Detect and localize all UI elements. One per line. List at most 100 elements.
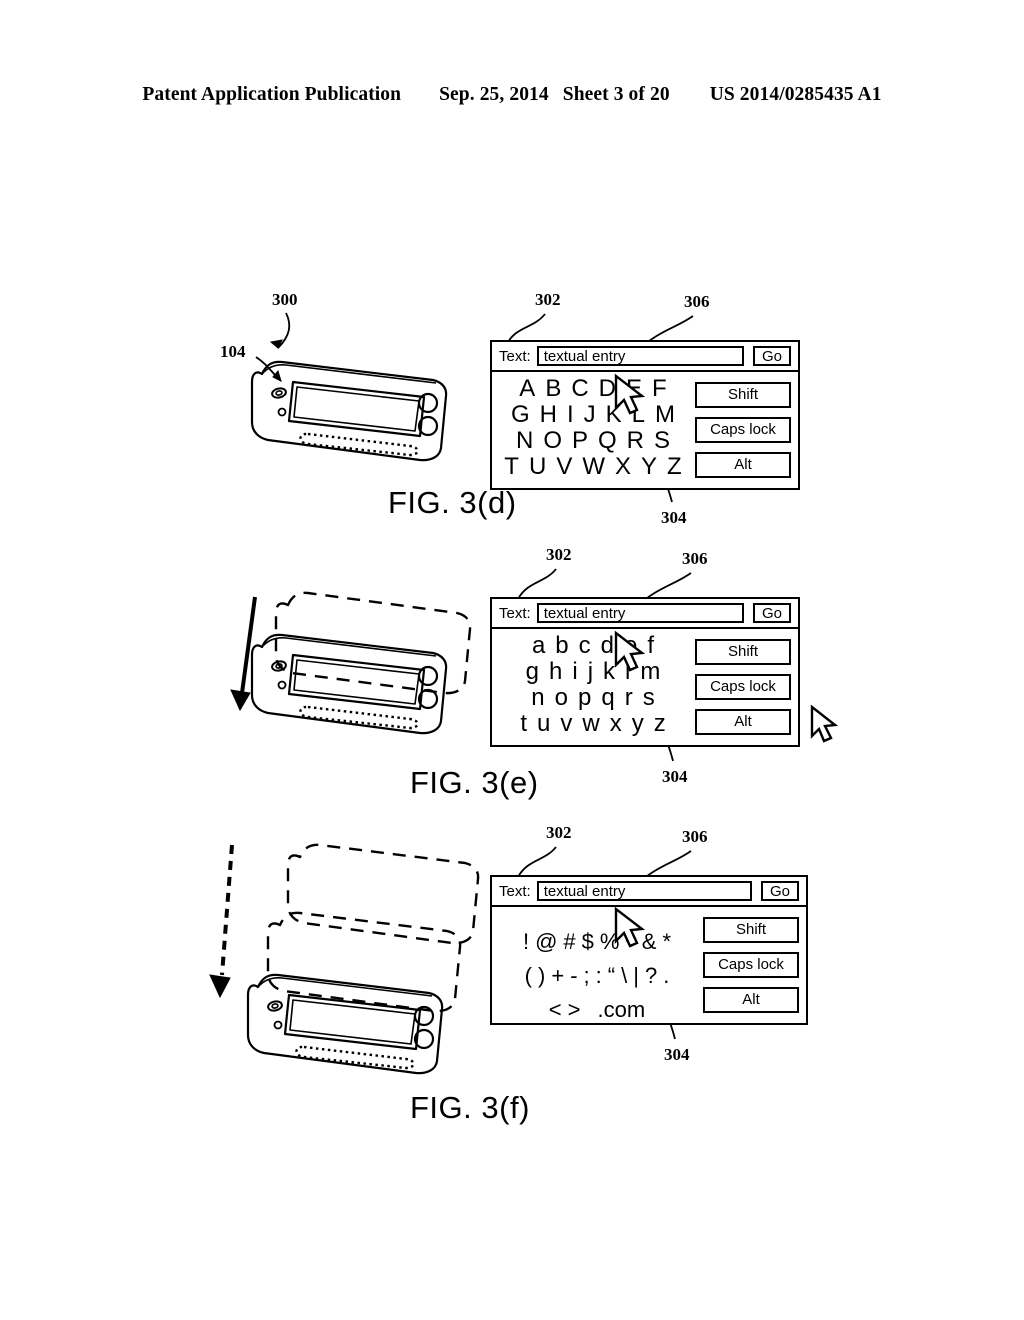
key[interactable]: - (570, 965, 577, 987)
key[interactable]: M (655, 403, 675, 427)
key[interactable]: < (549, 999, 562, 1021)
key[interactable]: w (582, 712, 599, 736)
key[interactable]: | (633, 965, 639, 987)
key[interactable]: G (511, 403, 530, 427)
key[interactable]: a (532, 634, 545, 658)
text-input-field[interactable]: textual entry (536, 603, 744, 623)
text-label: Text: (499, 347, 531, 365)
go-button[interactable]: Go (753, 346, 791, 366)
key[interactable]: C (571, 377, 588, 401)
key-row: ! @ # $ % ^ & * (492, 925, 702, 959)
figure-caption-3d: FIG. 3(d) (388, 485, 517, 520)
key[interactable]: W (582, 455, 605, 479)
patent-drawing-page: Patent Application Publication Sep. 25, … (0, 0, 1024, 1320)
leader-arrowhead-104 (272, 369, 282, 382)
key-grid-symbols: ! @ # $ % ^ & * ( ) + - ; (492, 907, 702, 1023)
key[interactable]: p (578, 686, 591, 710)
key-grid-lowercase: a b c d e f g h i j k l m (492, 629, 694, 745)
key[interactable]: P (572, 429, 588, 453)
caps-lock-key[interactable]: Caps lock (695, 416, 791, 443)
key[interactable]: J (584, 403, 596, 427)
key[interactable]: O (543, 429, 562, 453)
shift-key[interactable]: Shift (695, 381, 791, 408)
key[interactable]: > (568, 999, 581, 1021)
key[interactable]: A (519, 377, 535, 401)
text-input-field[interactable]: textual entry (536, 881, 752, 901)
mouse-cursor-icon (614, 373, 646, 415)
key[interactable]: z (654, 712, 666, 736)
key[interactable]: ; (584, 965, 590, 987)
figure-3d: 300 104 302 306 304 Text: textual entry … (0, 270, 1024, 545)
key[interactable]: ( (525, 965, 532, 987)
device-illustration (250, 633, 448, 735)
key[interactable]: g (526, 660, 539, 684)
key[interactable]: T (504, 455, 519, 479)
text-label: Text: (499, 882, 531, 900)
device-ghost-outline-upper (286, 843, 480, 945)
key[interactable]: “ (608, 965, 615, 987)
alt-key[interactable]: Alt (695, 708, 791, 735)
key[interactable]: @ (535, 931, 557, 953)
key[interactable]: S (654, 429, 670, 453)
key[interactable]: + (551, 965, 564, 987)
caps-lock-key[interactable]: Caps lock (695, 673, 791, 700)
key[interactable]: Q (598, 429, 617, 453)
key[interactable]: ! (523, 931, 529, 953)
shift-key[interactable]: Shift (703, 916, 799, 943)
page-header: Patent Application Publication Sep. 25, … (0, 84, 1024, 106)
header-patent-number: US 2014/0285435 A1 (709, 84, 882, 105)
key[interactable]: b (555, 634, 568, 658)
key[interactable]: R (627, 429, 644, 453)
key[interactable]: N (516, 429, 533, 453)
key[interactable]: h (549, 660, 562, 684)
shift-key[interactable]: Shift (695, 638, 791, 665)
figure-caption-3f: FIG. 3(f) (410, 1090, 530, 1125)
caps-lock-key[interactable]: Caps lock (703, 951, 799, 978)
key[interactable]: s (643, 686, 655, 710)
figure-3f: 302 306 304 Text: textual entry Go ! @ #… (0, 815, 1024, 1145)
key[interactable]: . (663, 965, 669, 987)
key[interactable]: F (652, 377, 667, 401)
key[interactable]: o (555, 686, 568, 710)
device-ghost-outline (274, 591, 472, 695)
key[interactable]: ) (538, 965, 545, 987)
key[interactable]: * (662, 931, 671, 953)
key[interactable]: n (531, 686, 544, 710)
key[interactable]: $ (582, 931, 594, 953)
go-button[interactable]: Go (761, 881, 799, 901)
ref-302-e: 302 (546, 545, 572, 564)
key-row: n o p q r s (492, 685, 694, 711)
ref-300: 300 (272, 290, 298, 309)
key[interactable]: r (625, 686, 633, 710)
text-input-field[interactable]: textual entry (536, 346, 744, 366)
key[interactable]: I (567, 403, 574, 427)
key[interactable]: t (520, 712, 527, 736)
key[interactable]: v (560, 712, 572, 736)
key[interactable]: y (632, 712, 644, 736)
header-sheet: Sheet 3 of 20 (562, 84, 670, 105)
key-row: G H I J K L M (492, 402, 694, 428)
key[interactable]: V (556, 455, 572, 479)
key[interactable]: \ (621, 965, 627, 987)
key[interactable]: q (601, 686, 614, 710)
key[interactable]: j (588, 660, 593, 684)
key[interactable]: u (537, 712, 550, 736)
key[interactable]: H (540, 403, 557, 427)
key[interactable]: .com (598, 999, 646, 1021)
device-illustration (250, 360, 448, 462)
key[interactable]: c (579, 634, 591, 658)
key[interactable]: x (610, 712, 622, 736)
key[interactable]: B (545, 377, 561, 401)
key[interactable]: U (529, 455, 546, 479)
key-row: a b c d e f (492, 633, 694, 659)
key[interactable]: Z (667, 455, 682, 479)
go-button[interactable]: Go (753, 603, 791, 623)
key[interactable]: i (572, 660, 577, 684)
alt-key[interactable]: Alt (703, 986, 799, 1013)
key[interactable]: # (563, 931, 575, 953)
key[interactable]: : (596, 965, 602, 987)
key[interactable]: ? (645, 965, 657, 987)
key[interactable]: X (615, 455, 631, 479)
alt-key[interactable]: Alt (695, 451, 791, 478)
key[interactable]: Y (641, 455, 657, 479)
